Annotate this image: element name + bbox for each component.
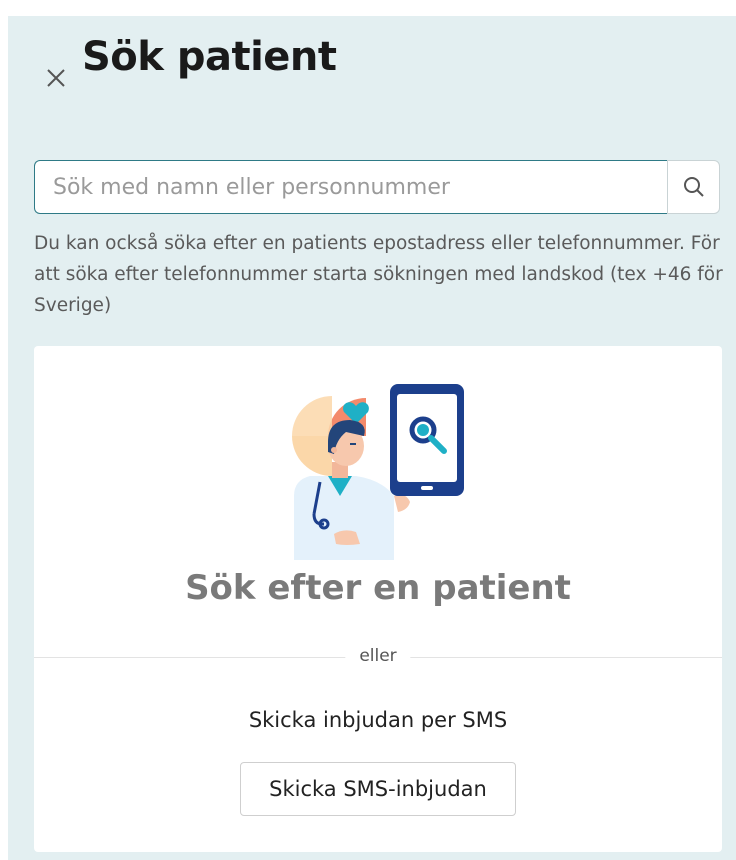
search-button[interactable] (667, 160, 720, 214)
send-sms-invite-button[interactable]: Skicka SMS-inbjudan (240, 762, 516, 816)
close-button[interactable] (42, 64, 70, 92)
empty-state-heading: Sök efter en patient (185, 568, 571, 608)
close-icon (47, 69, 65, 87)
divider-label: eller (345, 646, 411, 666)
search-input[interactable] (34, 160, 668, 214)
search-icon (683, 177, 704, 197)
doctor-with-phone-illustration (292, 384, 464, 560)
search-bar (34, 160, 720, 214)
sms-invite-label: Skicka inbjudan per SMS (248, 708, 508, 732)
page-title: Sök patient (82, 34, 337, 80)
empty-state-card: Sök efter en patient eller Skicka inbjud… (34, 346, 722, 852)
search-help-text: Du kan också söka efter en patients epos… (34, 233, 723, 316)
